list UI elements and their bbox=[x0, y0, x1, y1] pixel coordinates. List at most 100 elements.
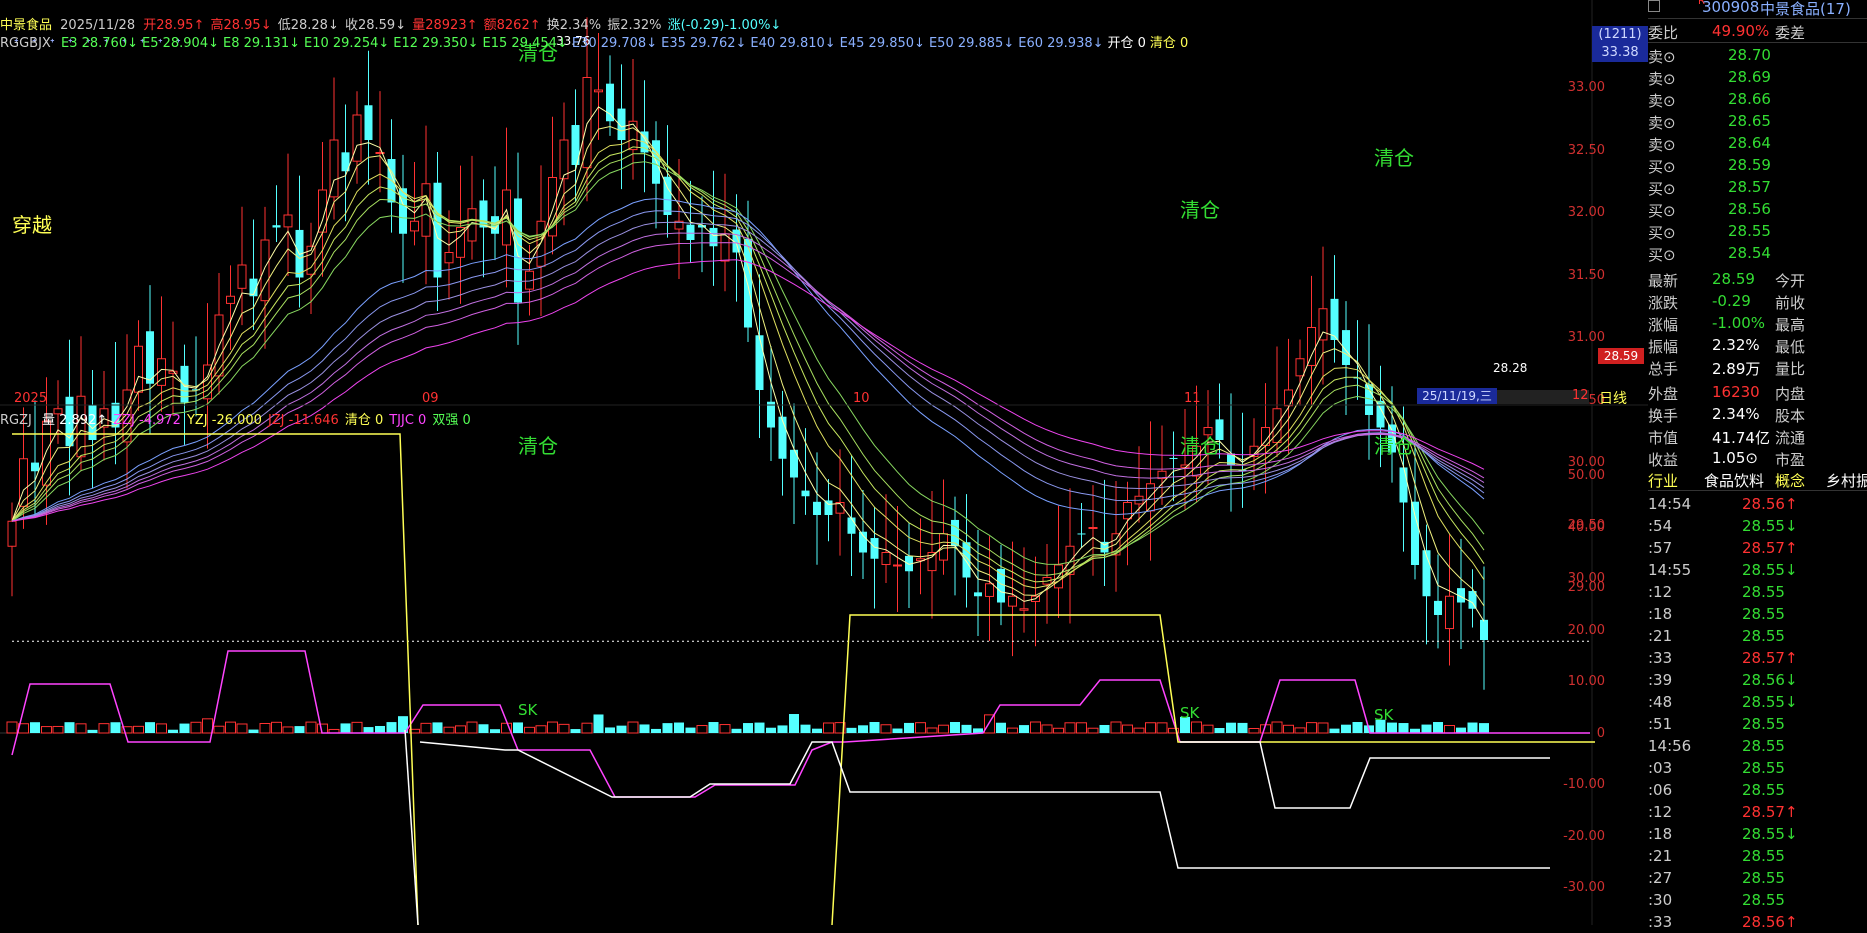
tick-row: :12 28.57↑ bbox=[1648, 801, 1867, 823]
ema-legend-item: E40 29.810↓ bbox=[750, 36, 836, 51]
tick-time: :33 bbox=[1648, 649, 1673, 667]
vol-bar bbox=[547, 721, 558, 734]
tick-row: :51 28.55 bbox=[1648, 713, 1867, 735]
stat-label: 换手 bbox=[1648, 407, 1679, 425]
vol-bar bbox=[892, 728, 903, 733]
tick-time: 14:54 bbox=[1648, 495, 1692, 513]
industry-label: 行业 bbox=[1648, 472, 1679, 490]
sub-axis-label: 10.00 bbox=[1567, 674, 1605, 689]
candle bbox=[1284, 338, 1293, 455]
vol-bar bbox=[535, 725, 547, 734]
weicha-label: 委差 bbox=[1775, 24, 1806, 42]
tick-price: 28.55 bbox=[1742, 715, 1785, 733]
low-marker: 28.28 bbox=[1493, 361, 1527, 375]
candle bbox=[652, 121, 660, 229]
candle bbox=[399, 154, 407, 283]
stat-value: 2.89万 bbox=[1712, 360, 1761, 378]
tick-price: 28.55 bbox=[1742, 781, 1785, 799]
stat-row: 外盘 16230 内盘 bbox=[1648, 381, 1867, 403]
tick-price: 28.57↑ bbox=[1742, 539, 1798, 557]
current-price-tag: 28.59 bbox=[1598, 348, 1644, 364]
candle bbox=[260, 206, 270, 349]
vol-bar bbox=[1467, 722, 1478, 733]
kline-chart-canvas[interactable]: 清仓清仓清仓穿越33.7628.282025 09 10 11˖ ˖ ˖ ˖ ˖ ˖ ˖ ˖ ˖ ˖清仓… bbox=[0, 0, 1648, 925]
order-row: 卖⊙ 28.70 bbox=[1648, 44, 1867, 66]
sub-legend-item: 双强 0 bbox=[432, 413, 471, 428]
candle bbox=[1445, 533, 1454, 666]
open-price: 开28.95↑ bbox=[143, 18, 205, 33]
vol-bar bbox=[662, 723, 673, 733]
vol-bar bbox=[581, 722, 593, 734]
tick-time: :12 bbox=[1648, 803, 1673, 821]
vol-bar bbox=[420, 722, 432, 734]
vol-bar bbox=[1317, 722, 1329, 734]
window-icon[interactable] bbox=[1648, 0, 1660, 12]
panel-divider bbox=[1648, 490, 1867, 491]
stat-label-2: 量比 bbox=[1775, 360, 1806, 378]
order-label: 买⊙ bbox=[1648, 224, 1676, 242]
candle bbox=[433, 152, 442, 312]
tick-price: 28.56↑ bbox=[1742, 913, 1798, 931]
tick-price: 28.55 bbox=[1742, 891, 1785, 909]
vol-bar bbox=[1421, 724, 1432, 733]
tick-time: :18 bbox=[1648, 825, 1673, 843]
amount: 额8262↑ bbox=[483, 18, 541, 33]
vol-bar bbox=[961, 724, 972, 733]
vol-bar bbox=[938, 724, 949, 734]
vol-bar bbox=[190, 721, 202, 734]
panel-header: R 300908 中景食品(17) bbox=[1648, 0, 1867, 19]
tick-price: 28.57↑ bbox=[1742, 803, 1798, 821]
candle bbox=[180, 344, 189, 445]
indicator-name[interactable]: RGGBJX bbox=[0, 36, 51, 51]
vol-bar bbox=[225, 721, 236, 734]
weibi-label: 委比 bbox=[1648, 24, 1679, 42]
vol-bar bbox=[558, 723, 570, 734]
vol-bar bbox=[904, 722, 914, 733]
tick-price: 28.55 bbox=[1742, 869, 1785, 887]
vol-bar bbox=[1387, 722, 1397, 733]
vol-bar bbox=[1294, 727, 1306, 734]
zzj-line bbox=[11, 650, 845, 798]
sub-axis-label: 50.00 bbox=[1567, 468, 1605, 483]
tick-price: 28.55 bbox=[1742, 847, 1785, 865]
vol-bar bbox=[98, 723, 110, 734]
tick-time: 14:56 bbox=[1648, 737, 1692, 755]
vol-bar bbox=[674, 722, 684, 733]
vol-bar bbox=[1202, 724, 1214, 734]
stat-label-2: 内盘 bbox=[1775, 385, 1806, 403]
candle bbox=[1008, 541, 1017, 657]
tick-time: 14:55 bbox=[1648, 561, 1692, 579]
stat-label-2: 最低 bbox=[1775, 338, 1806, 356]
vol-bar bbox=[179, 723, 190, 733]
tick-row: :18 28.55↓ bbox=[1648, 823, 1867, 845]
vol-bar bbox=[1030, 721, 1041, 734]
candle bbox=[801, 428, 810, 515]
vol-bar bbox=[490, 729, 500, 733]
month-label: 2025 bbox=[14, 391, 47, 406]
sub-indicator-name[interactable]: RGZJ bbox=[0, 413, 32, 428]
order-label: 买⊙ bbox=[1648, 180, 1676, 198]
ema-legend-item: 开仓 0 bbox=[1107, 36, 1146, 51]
candle bbox=[514, 152, 522, 345]
tick-row: :30 28.55 bbox=[1648, 889, 1867, 911]
tick-price: 28.55↓ bbox=[1742, 561, 1798, 579]
stock-name[interactable]: 中景食品 bbox=[0, 14, 52, 33]
candle bbox=[1146, 421, 1155, 561]
vol-bar bbox=[973, 728, 983, 733]
qingcang-signal: 清仓 bbox=[1374, 146, 1414, 170]
order-price: 28.65 bbox=[1728, 112, 1771, 130]
candle bbox=[272, 185, 281, 243]
period-label[interactable]: 日线 bbox=[1599, 388, 1627, 408]
candle bbox=[1123, 481, 1132, 566]
stat-label-2: 前收 bbox=[1775, 294, 1806, 312]
vol-bar bbox=[1329, 728, 1340, 733]
vol-bar bbox=[30, 722, 40, 733]
order-label: 卖⊙ bbox=[1648, 70, 1676, 88]
vol-bar bbox=[639, 724, 650, 733]
sub-axis-label: 30.00 bbox=[1567, 571, 1605, 586]
tick-time: :57 bbox=[1648, 539, 1673, 557]
vol-bar bbox=[87, 729, 98, 733]
tick-time: :12 bbox=[1648, 583, 1673, 601]
candle bbox=[536, 165, 546, 317]
candle bbox=[859, 489, 867, 579]
